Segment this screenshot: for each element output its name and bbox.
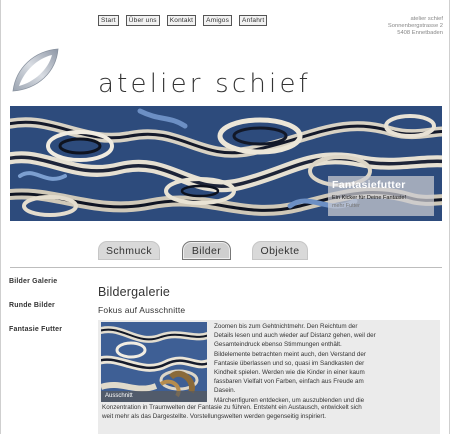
nav-kontakt[interactable]: Kontakt — [166, 15, 197, 26]
text-line: Details lesen und auch wieder auf Distan… — [214, 332, 376, 340]
top-navigation: Start Über uns Kontakt Amigos Anfahrt — [98, 15, 268, 26]
nav-amigos[interactable]: Amigos — [203, 15, 233, 26]
nav-anfahrt[interactable]: Anfahrt — [239, 15, 268, 26]
address-block: atelier schief Sonnenbergstrasse 2 5408 … — [388, 16, 443, 38]
text-line: Zoomen bis zum Gehtnichtmehr. Den Reicht… — [214, 323, 358, 330]
caption-more-link[interactable]: mehr Futter — [332, 203, 360, 209]
intro-paragraph: Zoomen bis zum Gehtnichtmehr. Den Reicht… — [214, 322, 438, 405]
divider — [10, 267, 442, 268]
address-name: atelier schief — [410, 16, 443, 22]
address-city: 5408 Ennetbaden — [397, 30, 443, 37]
text-line: fassbaren Vielfalt von Farben, einfach a… — [214, 378, 364, 386]
hero-caption[interactable]: Fantasiefutter Ein Kicker für Deine Fant… — [328, 176, 434, 216]
caption-title: Fantasiefutter — [332, 179, 406, 191]
text-line: Fantasie überlassen und so, quasi im San… — [214, 359, 365, 367]
caption-subtitle: Ein Kicker für Deine Fantasie! — [332, 195, 406, 201]
page-heading: Bildergalerie — [98, 285, 171, 299]
tab-bilder[interactable]: Bilder — [182, 241, 231, 260]
nav-ueber-uns[interactable]: Über uns — [125, 15, 160, 26]
text-line: Gesamteindruck ebenso Stimmungen enthält… — [214, 341, 342, 349]
sidebar-item-fantasie-futter[interactable]: Fantasie Futter — [9, 326, 62, 350]
address-street: Sonnenbergstrasse 2 — [387, 23, 443, 30]
text-line: Bildelemente betrachten meint auch, den … — [214, 350, 366, 358]
sidebar-item-bilder-galerie[interactable]: Bilder Galerie — [9, 278, 62, 302]
continued-paragraph: Konzentration in Traumwelten der Fantasi… — [102, 403, 438, 421]
tab-objekte[interactable]: Objekte — [252, 241, 308, 260]
logo-leaf-icon[interactable] — [10, 46, 60, 94]
nav-start[interactable]: Start — [98, 15, 119, 26]
page-subheading: Fokus auf Ausschnitte — [98, 305, 186, 315]
text-line: Dasein. — [214, 387, 236, 395]
text-line: Konzentration in Traumwelten der Fantasi… — [102, 404, 362, 411]
sidebar: Bilder Galerie Runde Bilder Fantasie Fut… — [9, 278, 62, 350]
text-line: Kindheit spielen. Werden wie die Kinder … — [214, 369, 365, 377]
text-line: weit mehr als das Dargestellte. Vorstell… — [102, 413, 327, 421]
thumbnail-label: Ausschnitt — [101, 391, 207, 402]
thumbnail-image[interactable]: Ausschnitt — [101, 322, 207, 402]
tab-schmuck[interactable]: Schmuck — [98, 241, 160, 260]
sidebar-item-runde-bilder[interactable]: Runde Bilder — [9, 302, 62, 326]
site-title: atelier schief — [98, 69, 312, 99]
